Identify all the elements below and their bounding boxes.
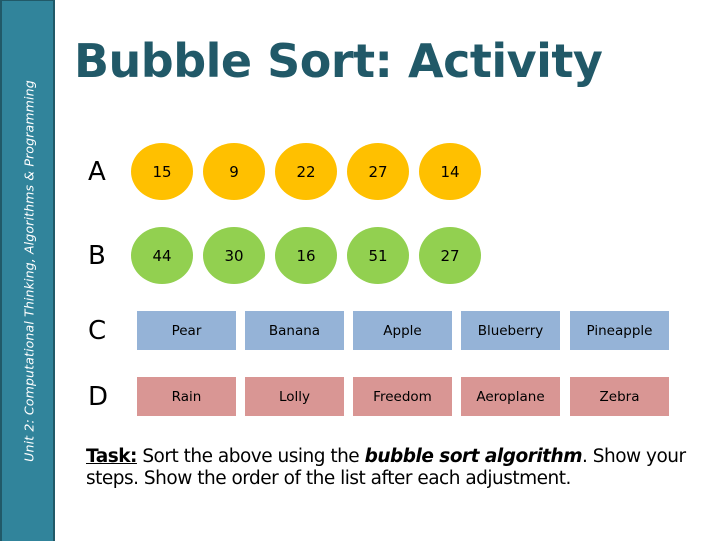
list-item: Freedom xyxy=(353,377,452,416)
list-item: 27 xyxy=(347,143,409,200)
row-label-d: D xyxy=(88,382,109,412)
list-item: 9 xyxy=(203,143,265,200)
unit-title: Unit 2: Computational Thinking, Algorith… xyxy=(21,80,37,462)
list-item: Apple xyxy=(353,311,452,350)
list-item: Pear xyxy=(137,311,236,350)
list-item: Aeroplane xyxy=(461,377,560,416)
list-item: 51 xyxy=(347,227,409,284)
task-emphasis: bubble sort algorithm xyxy=(364,446,583,467)
row-label-a: A xyxy=(88,157,106,187)
list-item: Zebra xyxy=(570,377,669,416)
task-text-1: Sort the above using the xyxy=(136,446,365,467)
list-item: 14 xyxy=(419,143,481,200)
list-item: 30 xyxy=(203,227,265,284)
sidebar-banner: Unit 2: Computational Thinking, Algorith… xyxy=(0,0,55,541)
list-item: 22 xyxy=(275,143,337,200)
list-item: Blueberry xyxy=(461,311,560,350)
list-item: Pineapple xyxy=(570,311,669,350)
list-item: 16 xyxy=(275,227,337,284)
row-label-c: C xyxy=(88,316,107,346)
list-item: 44 xyxy=(131,227,193,284)
list-item: Banana xyxy=(245,311,344,350)
list-item: 15 xyxy=(131,143,193,200)
page-title: Bubble Sort: Activity xyxy=(74,34,603,88)
list-item: Rain xyxy=(137,377,236,416)
task-instructions: Task: Sort the above using the bubble so… xyxy=(86,446,706,490)
list-item: 27 xyxy=(419,227,481,284)
row-label-b: B xyxy=(88,241,106,271)
task-label: Task: xyxy=(86,446,137,467)
list-item: Lolly xyxy=(245,377,344,416)
